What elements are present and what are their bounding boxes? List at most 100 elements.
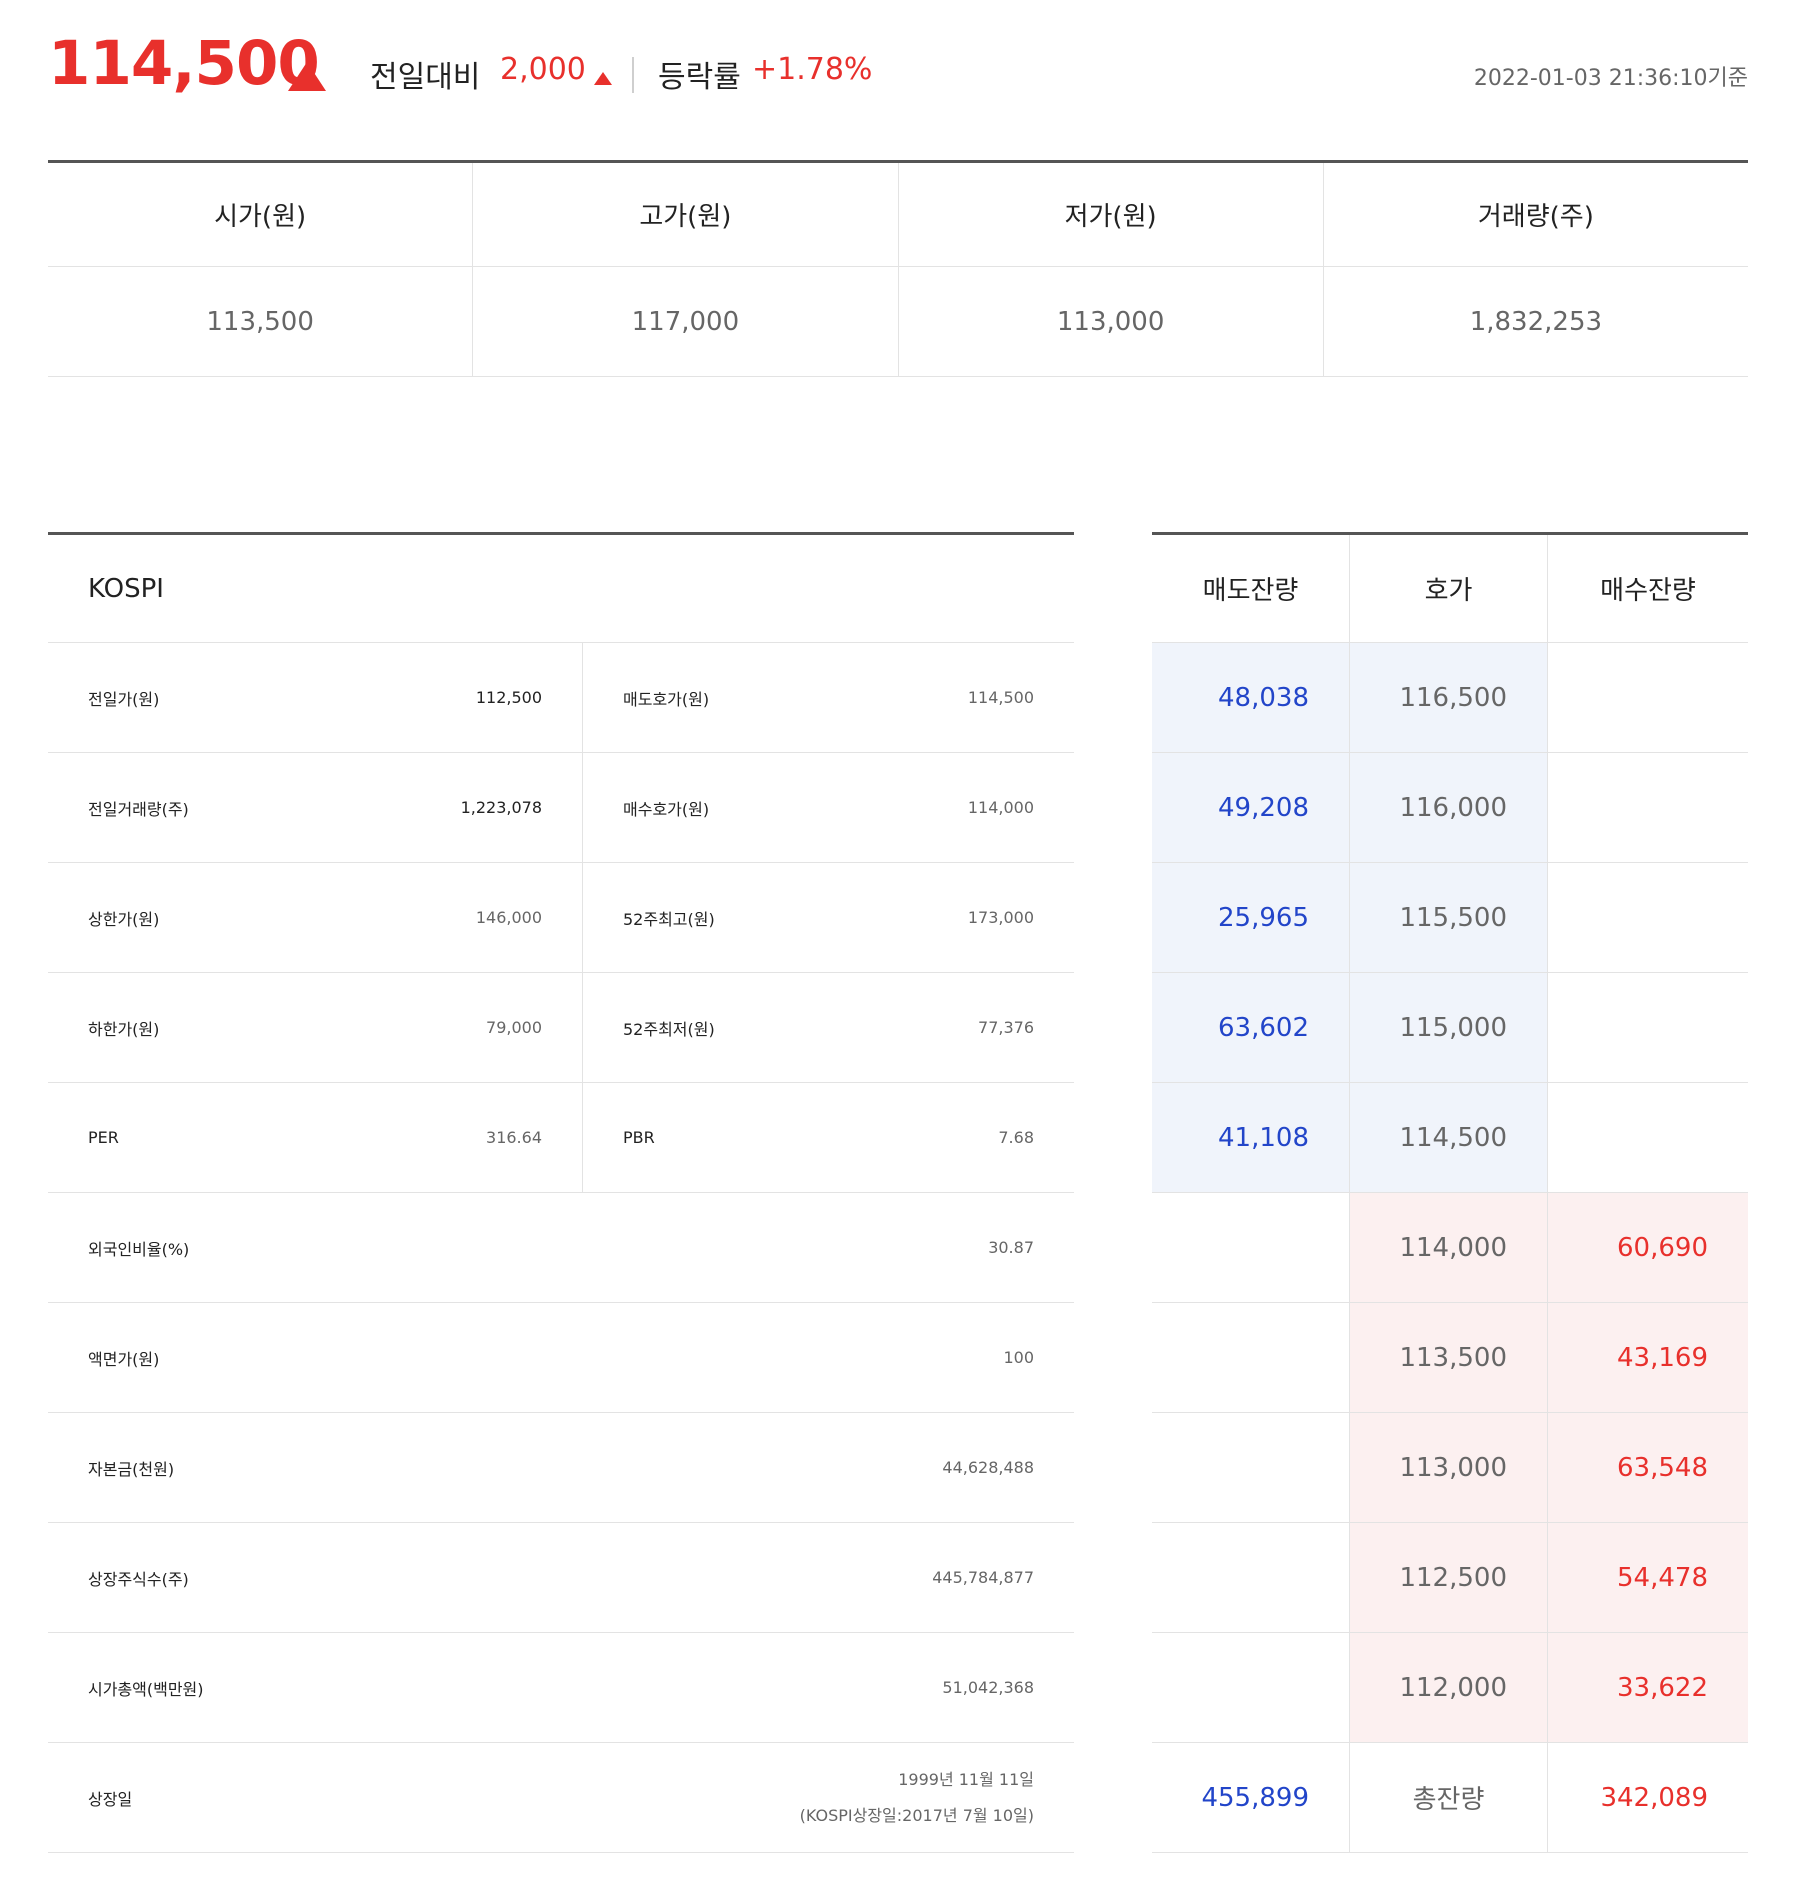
info-value: 51,042,368 (942, 1678, 1034, 1697)
info-value: 114,000 (967, 798, 1034, 817)
info-value: 44,628,488 (942, 1458, 1034, 1477)
info-cell: 52주최고(원) 173,000 (582, 863, 1074, 972)
bid-price: 112,000 (1350, 1633, 1548, 1742)
info-cell: 상한가(원) 146,000 (48, 863, 582, 972)
info-cell: 액면가(원) 100 (48, 1303, 1074, 1412)
header-divider (632, 57, 634, 93)
empty-cell (1548, 973, 1748, 1082)
summary-header-high: 고가(원) (473, 163, 899, 267)
bid-price: 114,000 (1350, 1193, 1548, 1302)
info-cell: 매도호가(원) 114,500 (582, 643, 1074, 752)
info-value: 30.87 (988, 1238, 1034, 1257)
bid-qty: 43,169 (1548, 1303, 1748, 1412)
order-book-table: 매도잔량 호가 매수잔량 48,038 116,500 49,208 116,0… (1152, 532, 1748, 1853)
table-row: 상한가(원) 146,000 52주최고(원) 173,000 (48, 863, 1074, 973)
info-cell: 하한가(원) 79,000 (48, 973, 582, 1082)
empty-cell (1548, 753, 1748, 862)
ask-qty: 25,965 (1152, 863, 1350, 972)
summary-value-volume: 1,832,253 (1323, 267, 1748, 377)
info-label: 시가총액(백만원) (88, 1679, 204, 1699)
info-label: 52주최저(원) (623, 1019, 715, 1039)
ask-row: 25,965 115,500 (1152, 863, 1748, 973)
quote-header: 114,500 전일대비 2,000 등락률 +1.78% 2022-01-03… (48, 22, 1748, 112)
bid-row: 112,000 33,622 (1152, 1633, 1748, 1743)
market-row: KOSPI (48, 535, 1074, 643)
ask-qty: 41,108 (1152, 1083, 1350, 1192)
empty-cell (1548, 643, 1748, 752)
info-label: 상한가(원) (88, 909, 160, 929)
ask-price: 116,000 (1350, 753, 1548, 862)
table-row: 하한가(원) 79,000 52주최저(원) 77,376 (48, 973, 1074, 1083)
info-cell: 시가총액(백만원) 51,042,368 (48, 1633, 1074, 1742)
bid-qty: 33,622 (1548, 1633, 1748, 1742)
info-label: 매수호가(원) (623, 799, 710, 819)
triangle-up-icon (288, 62, 326, 91)
ohlv-summary-table: 시가(원) 고가(원) 저가(원) 거래량(주) 113,500 117,000… (48, 160, 1748, 377)
info-label: PER (88, 1128, 119, 1147)
ask-price: 115,000 (1350, 973, 1548, 1082)
info-label: PBR (623, 1128, 655, 1147)
ask-price: 116,500 (1350, 643, 1548, 752)
ask-price: 114,500 (1350, 1083, 1548, 1192)
empty-cell (1152, 1633, 1350, 1742)
bid-row: 114,000 60,690 (1152, 1193, 1748, 1303)
info-value: 100 (1003, 1348, 1034, 1367)
diff-label: 전일대비 (370, 60, 481, 95)
triangle-up-icon (594, 72, 612, 85)
info-cell: 자본금(천원) 44,628,488 (48, 1413, 1074, 1522)
listing-date-row: 상장일 1999년 11월 11일 (KOSPI상장일:2017년 7월 10일… (48, 1743, 1074, 1853)
summary-header-row: 시가(원) 고가(원) 저가(원) 거래량(주) (48, 163, 1748, 267)
stock-info-table: KOSPI 전일가(원) 112,500 매도호가(원) 114,500 전일거… (48, 532, 1074, 1853)
ask-price: 115,500 (1350, 863, 1548, 972)
info-cell: 52주최저(원) 77,376 (582, 973, 1074, 1082)
ask-row: 49,208 116,000 (1152, 753, 1748, 863)
summary-header-volume: 거래량(주) (1323, 163, 1748, 267)
ask-qty: 48,038 (1152, 643, 1350, 752)
info-label: 52주최고(원) (623, 909, 715, 929)
empty-cell (1548, 1083, 1748, 1192)
info-value: 146,000 (475, 908, 542, 927)
info-cell: PBR 7.68 (582, 1083, 1074, 1192)
table-row: PER 316.64 PBR 7.68 (48, 1083, 1074, 1193)
ask-row: 48,038 116,500 (1152, 643, 1748, 753)
bid-row: 113,000 63,548 (1152, 1413, 1748, 1523)
total-row: 455,899 총잔량 342,089 (1152, 1743, 1748, 1853)
summary-value-row: 113,500 117,000 113,000 1,832,253 (48, 267, 1748, 377)
summary-value-low: 113,000 (898, 267, 1324, 377)
info-cell: 전일가(원) 112,500 (48, 643, 582, 752)
market-name: KOSPI (88, 573, 164, 604)
table-row: 상장주식수(주) 445,784,877 (48, 1523, 1074, 1633)
ask-qty: 49,208 (1152, 753, 1350, 862)
bid-price: 113,000 (1350, 1413, 1548, 1522)
info-value: 79,000 (486, 1018, 542, 1037)
info-cell: 전일거래량(주) 1,223,078 (48, 753, 582, 862)
bid-qty: 63,548 (1548, 1413, 1748, 1522)
stock-quote-page: 114,500 전일대비 2,000 등락률 +1.78% 2022-01-03… (0, 0, 1796, 1904)
header-price: 호가 (1350, 535, 1548, 642)
info-value: 316.64 (486, 1128, 542, 1147)
info-label: 자본금(천원) (88, 1459, 175, 1479)
info-label: 전일거래량(주) (88, 799, 189, 819)
listing-date-line: 1999년 11월 11일 (898, 1769, 1034, 1789)
summary-value-open: 113,500 (48, 267, 474, 377)
header-sell-qty: 매도잔량 (1152, 535, 1350, 642)
table-row: 전일거래량(주) 1,223,078 매수호가(원) 114,000 (48, 753, 1074, 863)
info-cell: 외국인비율(%) 30.87 (48, 1193, 1074, 1302)
ask-row: 63,602 115,000 (1152, 973, 1748, 1083)
bid-qty: 54,478 (1548, 1523, 1748, 1632)
kospi-listing-date-line: (KOSPI상장일:2017년 7월 10일) (799, 1805, 1034, 1825)
info-value: 445,784,877 (932, 1568, 1034, 1587)
info-cell: 상장일 1999년 11월 11일 (KOSPI상장일:2017년 7월 10일… (48, 1743, 1074, 1852)
empty-cell (1152, 1413, 1350, 1522)
info-value: 7.68 (998, 1128, 1034, 1147)
info-value: 114,500 (967, 688, 1034, 707)
summary-value-high: 117,000 (473, 267, 899, 377)
bid-qty: 60,690 (1548, 1193, 1748, 1302)
ask-row: 41,108 114,500 (1152, 1083, 1748, 1193)
info-cell: 상장주식수(주) 445,784,877 (48, 1523, 1074, 1632)
rate-label: 등락률 (658, 60, 741, 95)
info-label: 액면가(원) (88, 1349, 160, 1369)
empty-cell (1152, 1523, 1350, 1632)
info-value: 173,000 (967, 908, 1034, 927)
info-label: 상장일 (88, 1789, 133, 1809)
